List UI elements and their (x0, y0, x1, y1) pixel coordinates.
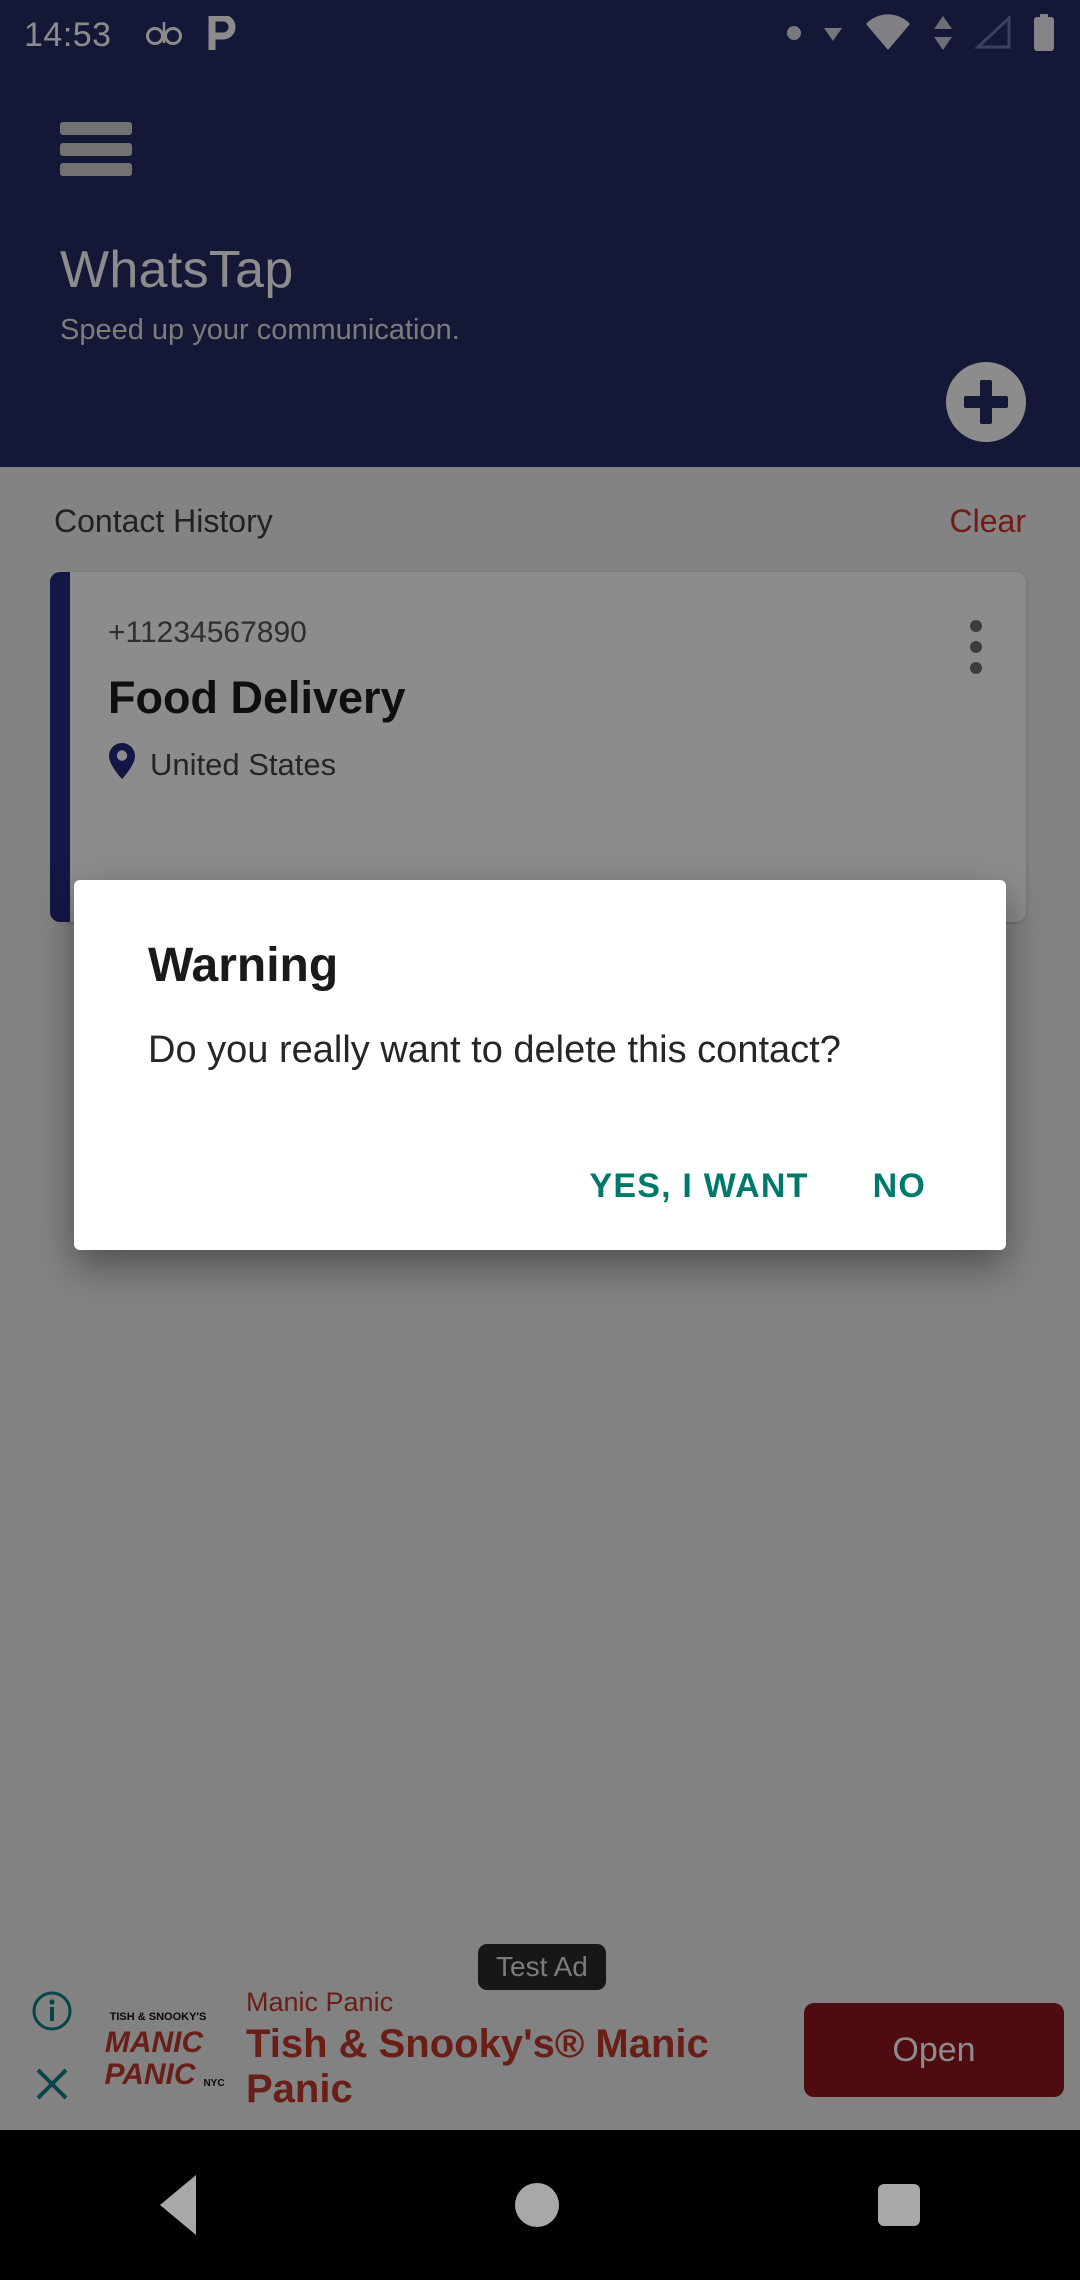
system-navigation-bar (0, 2130, 1080, 2280)
dialog-cancel-button[interactable]: NO (873, 1167, 926, 1206)
phone-screen: 14:53 WhatsTap Speed up your communicati… (0, 0, 1080, 2280)
dialog-confirm-button[interactable]: YES, I WANT (589, 1167, 808, 1206)
back-triangle-icon[interactable] (159, 2175, 196, 2235)
home-circle-icon[interactable] (514, 2183, 559, 2227)
warning-dialog: Warning Do you really want to delete thi… (74, 880, 1006, 1250)
dialog-title: Warning (148, 939, 339, 992)
dialog-actions: YES, I WANT NO (74, 1075, 1006, 1250)
recents-square-icon[interactable] (878, 2184, 921, 2226)
dialog-message: Do you really want to delete this contac… (148, 1029, 841, 1071)
